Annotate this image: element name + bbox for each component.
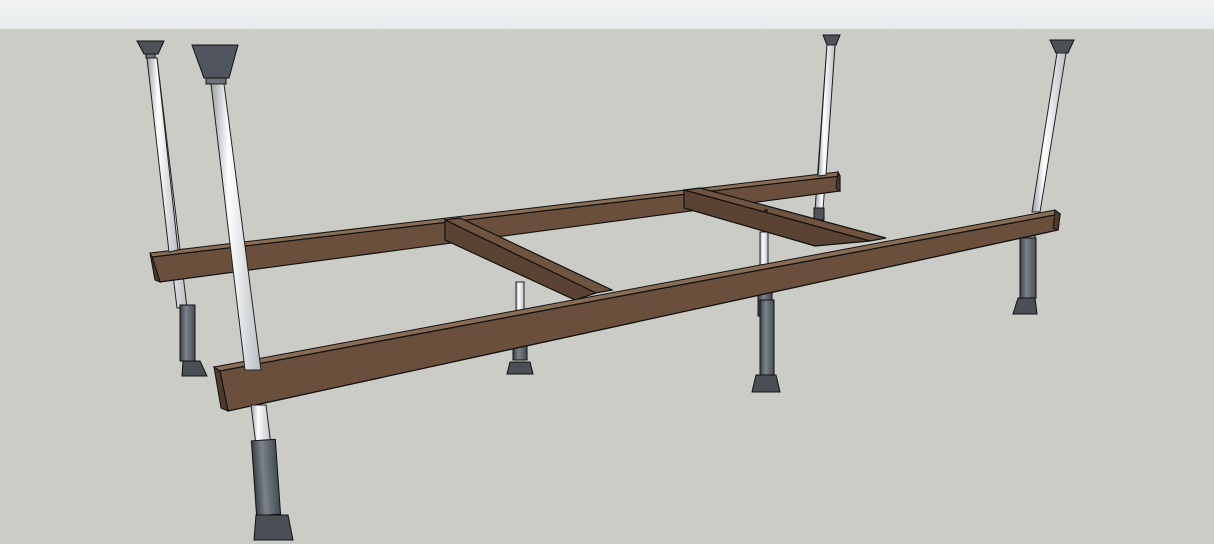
leg-front-left xyxy=(191,44,294,541)
3d-viewport[interactable] xyxy=(0,29,1214,544)
rod-back-left-upper xyxy=(146,57,179,253)
leg-front-right xyxy=(1012,39,1075,315)
rod-back-right-upper xyxy=(817,44,836,177)
beam-back-rail xyxy=(149,170,841,283)
leg-front-center xyxy=(751,299,781,393)
frame-model xyxy=(136,34,1075,541)
sky-background xyxy=(0,0,1214,30)
